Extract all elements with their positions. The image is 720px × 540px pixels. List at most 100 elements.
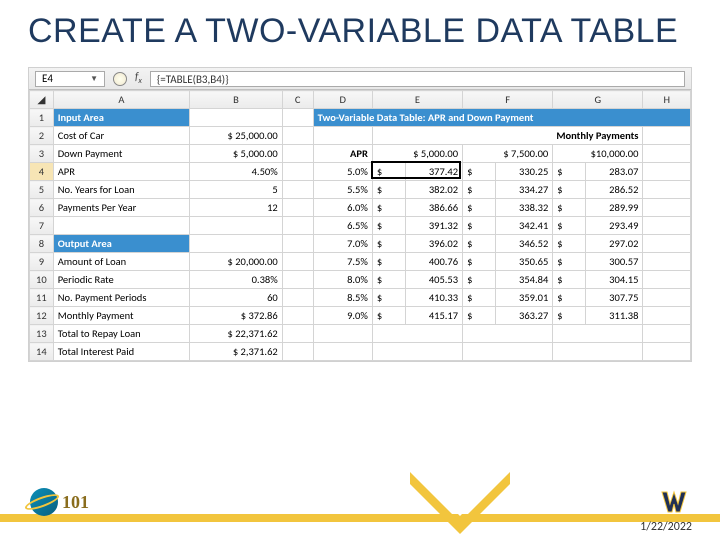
col-A[interactable]: A	[53, 91, 189, 109]
cell[interactable]	[313, 325, 372, 343]
cell[interactable]	[643, 343, 691, 361]
cell[interactable]	[282, 199, 313, 217]
cell[interactable]: APR	[53, 163, 189, 181]
col-C[interactable]: C	[282, 91, 313, 109]
cell[interactable]: 363.27	[496, 307, 553, 325]
fx-icon[interactable]: fx	[135, 70, 142, 86]
cell[interactable]: 350.65	[496, 253, 553, 271]
cell[interactable]: 400.76	[406, 253, 463, 271]
col-F[interactable]: F	[463, 91, 553, 109]
cell[interactable]: 289.99	[586, 199, 643, 217]
cell[interactable]	[190, 235, 283, 253]
cell[interactable]: 4.50%	[190, 163, 283, 181]
cell[interactable]: 60	[190, 289, 283, 307]
corner-cell[interactable]: ◢	[30, 91, 54, 109]
cell[interactable]: $	[372, 235, 405, 253]
cell[interactable]	[313, 127, 372, 145]
cell[interactable]: $	[372, 253, 405, 271]
cell[interactable]	[643, 325, 691, 343]
row-header[interactable]: 3	[30, 145, 54, 163]
cell[interactable]: $ 5,000.00	[372, 145, 462, 163]
cell[interactable]: $ 20,000.00	[190, 253, 283, 271]
cell[interactable]: $	[372, 163, 405, 181]
cell[interactable]	[282, 109, 313, 127]
row-header[interactable]: 2	[30, 127, 54, 145]
cell[interactable]: 396.02	[406, 235, 463, 253]
row-header[interactable]: 6	[30, 199, 54, 217]
col-H[interactable]: H	[643, 91, 691, 109]
cell[interactable]	[643, 289, 691, 307]
cell[interactable]: $ 22,371.62	[190, 325, 283, 343]
row-header[interactable]: 7	[30, 217, 54, 235]
output-area-header[interactable]: Output Area	[53, 235, 189, 253]
cell[interactable]: $	[463, 253, 496, 271]
cell[interactable]: 8.0%	[313, 271, 372, 289]
cell[interactable]: 359.01	[496, 289, 553, 307]
row-header[interactable]: 10	[30, 271, 54, 289]
cell[interactable]: 386.66	[406, 199, 463, 217]
cell[interactable]	[643, 217, 691, 235]
cell[interactable]: $	[553, 181, 586, 199]
cell[interactable]	[553, 343, 643, 361]
formula-input[interactable]: {=TABLE(B3,B4)}	[150, 71, 685, 87]
cell[interactable]	[282, 343, 313, 361]
cell[interactable]: $	[553, 307, 586, 325]
cell[interactable]: $	[463, 199, 496, 217]
cell[interactable]: $	[372, 271, 405, 289]
row-header[interactable]: 5	[30, 181, 54, 199]
cell[interactable]	[282, 163, 313, 181]
cell[interactable]: $	[463, 289, 496, 307]
cell[interactable]	[643, 163, 691, 181]
cell[interactable]	[643, 127, 691, 145]
cell[interactable]: 382.02	[406, 181, 463, 199]
cell[interactable]: $	[372, 217, 405, 235]
cell[interactable]	[643, 271, 691, 289]
cell[interactable]: $ 25,000.00	[190, 127, 283, 145]
cell[interactable]: $	[463, 163, 496, 181]
cell[interactable]	[643, 199, 691, 217]
cell[interactable]: $	[372, 181, 405, 199]
cell[interactable]: $	[553, 253, 586, 271]
cell[interactable]: 354.84	[496, 271, 553, 289]
cell[interactable]: $	[553, 217, 586, 235]
cell[interactable]: $	[463, 217, 496, 235]
cell[interactable]	[313, 343, 372, 361]
cell[interactable]: $	[553, 271, 586, 289]
cell[interactable]: $ 372.86	[190, 307, 283, 325]
cell[interactable]: Cost of Car	[53, 127, 189, 145]
cell[interactable]	[282, 235, 313, 253]
cell[interactable]: Amount of Loan	[53, 253, 189, 271]
cell[interactable]	[282, 289, 313, 307]
row-header[interactable]: 8	[30, 235, 54, 253]
cell[interactable]: Total Interest Paid	[53, 343, 189, 361]
cell[interactable]: 8.5%	[313, 289, 372, 307]
row-header[interactable]: 4	[30, 163, 54, 181]
cell[interactable]: $	[372, 199, 405, 217]
cell[interactable]	[282, 217, 313, 235]
col-E[interactable]: E	[372, 91, 462, 109]
cell[interactable]: $	[372, 289, 405, 307]
cell[interactable]: 297.02	[586, 235, 643, 253]
cell[interactable]: Periodic Rate	[53, 271, 189, 289]
cell[interactable]: 410.33	[406, 289, 463, 307]
two-var-header[interactable]: Two-Variable Data Table: APR and Down Pa…	[313, 109, 690, 127]
cell[interactable]: 9.0%	[313, 307, 372, 325]
col-G[interactable]: G	[553, 91, 643, 109]
monthly-payments-header[interactable]: Monthly Payments	[372, 127, 643, 145]
cell[interactable]: 283.07	[586, 163, 643, 181]
cell[interactable]	[190, 109, 283, 127]
cell[interactable]: $ 2,371.62	[190, 343, 283, 361]
spreadsheet-grid[interactable]: ◢ A B C D E F G H 1Input AreaTwo-Variabl…	[29, 90, 691, 361]
cell[interactable]	[643, 145, 691, 163]
cell[interactable]	[282, 271, 313, 289]
col-B[interactable]: B	[190, 91, 283, 109]
cell[interactable]: No. Years for Loan	[53, 181, 189, 199]
chevron-down-icon[interactable]: ▼	[90, 72, 98, 86]
input-area-header[interactable]: Input Area	[53, 109, 189, 127]
row-header[interactable]: 14	[30, 343, 54, 361]
cell[interactable]: 405.53	[406, 271, 463, 289]
name-box[interactable]: E4 ▼	[35, 71, 105, 87]
cell[interactable]	[282, 307, 313, 325]
col-D[interactable]: D	[313, 91, 372, 109]
apr-label[interactable]: APR	[313, 145, 372, 163]
